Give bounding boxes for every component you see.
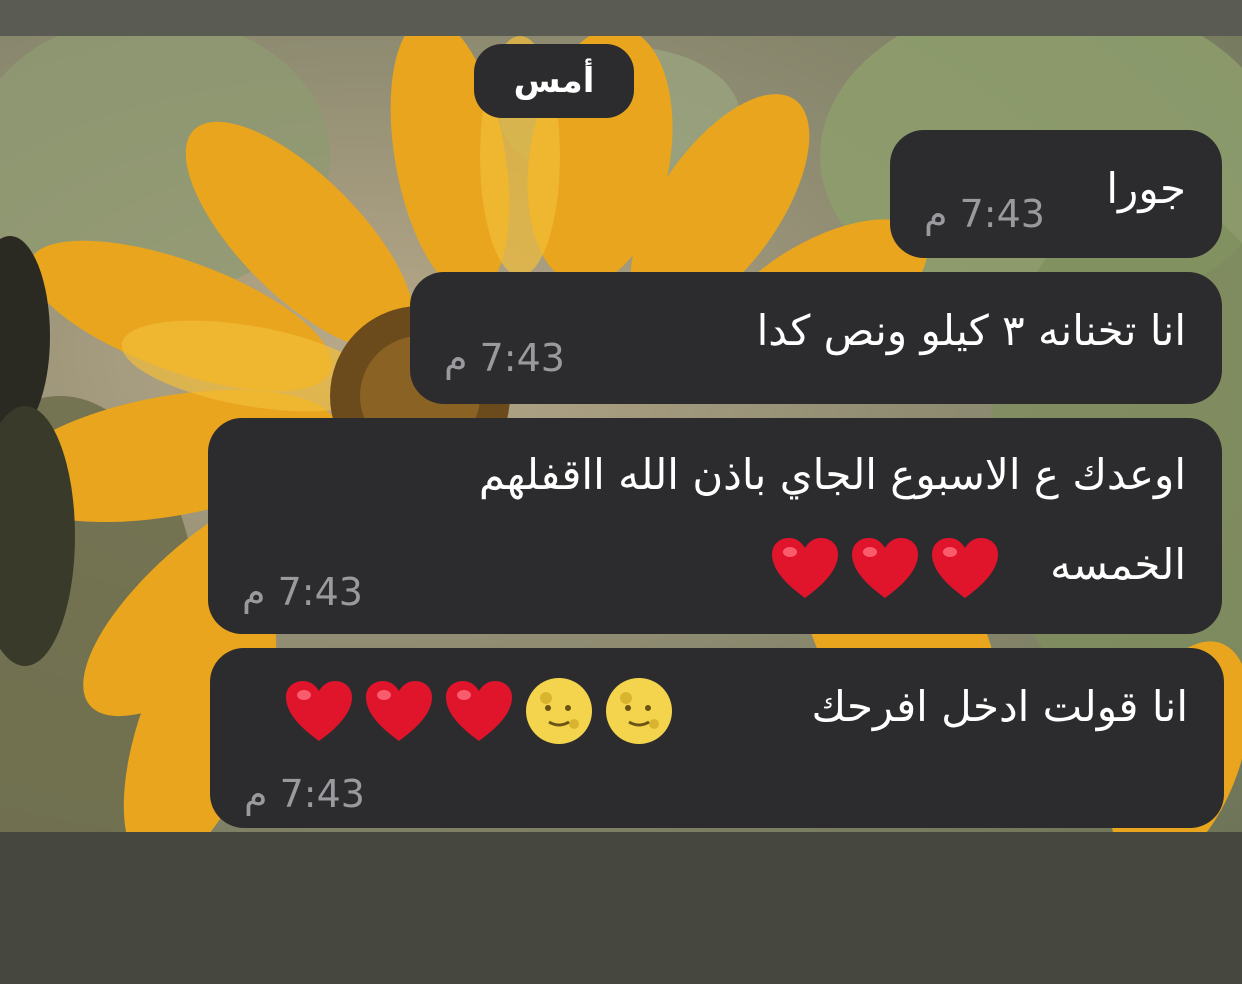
message-timestamp: 7:43 م: [444, 336, 565, 380]
message-text: انا تخنانه ٣ كيلو ونص كدا: [756, 306, 1186, 355]
message-bubble[interactable]: انا تخنانه ٣ كيلو ونص كدا 7:43 م: [410, 272, 1222, 404]
emoji-row: [284, 676, 674, 746]
message-timestamp: 7:43 م: [244, 772, 365, 816]
date-separator: أمس: [474, 44, 634, 118]
message-bubble[interactable]: اوعدك ع الاسبوع الجاي باذن الله ااقفلهم …: [208, 418, 1222, 634]
heart-icon: [286, 681, 352, 741]
emoji-row: [770, 536, 1000, 600]
message-bubble[interactable]: جورا 7:43 م: [890, 130, 1222, 258]
message-timestamp: 7:43 م: [242, 570, 363, 614]
message-text-line-1: اوعدك ع الاسبوع الجاي باذن الله ااقفلهم: [478, 450, 1186, 499]
bottom-area: [0, 832, 1242, 984]
message-timestamp: 7:43 م: [924, 192, 1045, 236]
heart-icon: [852, 538, 918, 598]
message-text: انا قولت ادخل افرحك: [811, 682, 1188, 731]
heart-icon: [932, 538, 998, 598]
chat-screen: أمس جورا 7:43 م انا تخنانه ٣ كيلو ونص كد…: [0, 0, 1242, 984]
heart-icon: [772, 538, 838, 598]
full-moon-face-icon: [606, 678, 672, 744]
heart-icon: [446, 681, 512, 741]
message-text-line-2: الخمسه: [1050, 540, 1186, 589]
heart-icon: [366, 681, 432, 741]
full-moon-face-icon: [526, 678, 592, 744]
message-bubble[interactable]: انا قولت ادخل افرحك 7:43 م: [210, 648, 1224, 828]
message-text: جورا: [1106, 164, 1186, 213]
top-bar: [0, 0, 1242, 38]
